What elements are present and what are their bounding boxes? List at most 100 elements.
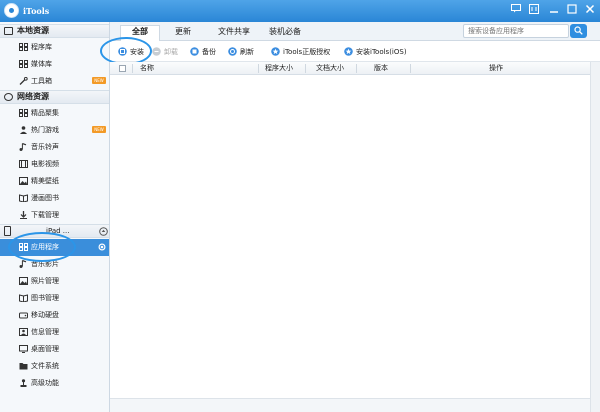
new-badge: NEW <box>92 126 106 133</box>
column-doc-size[interactable]: 文档大小 <box>316 64 344 73</box>
sidebar-item-desktop[interactable]: 桌面管理 <box>0 341 109 358</box>
sidebar-item-label: 下载管理 <box>31 211 59 219</box>
person-icon <box>20 126 27 134</box>
eject-icon[interactable] <box>99 227 108 236</box>
sidebar-item-comics[interactable]: 漫画图书 <box>0 190 109 207</box>
tab-essentials[interactable]: 装机必备 <box>262 26 308 41</box>
wrench-icon <box>19 77 28 85</box>
grid-icon <box>19 43 28 51</box>
column-divider <box>305 64 306 73</box>
column-version[interactable]: 版本 <box>374 64 388 73</box>
sidebar-item-file-system[interactable]: 文件系统 <box>0 358 109 375</box>
sidebar-item-label: 照片管理 <box>31 277 59 285</box>
download-icon <box>20 211 27 219</box>
globe-icon <box>4 93 13 101</box>
tab-update[interactable]: 更新 <box>166 26 200 41</box>
search-input[interactable] <box>463 24 569 38</box>
status-bar <box>110 398 590 412</box>
film-icon <box>19 160 28 168</box>
new-badge: NEW <box>92 77 106 84</box>
message-icon[interactable] <box>510 4 522 16</box>
image-icon <box>19 177 28 185</box>
sidebar-item-downloads[interactable]: 下载管理 <box>0 207 109 224</box>
sidebar-section-network: 网络资源 <box>0 90 109 104</box>
column-name[interactable]: 名称 <box>140 64 154 73</box>
column-actions[interactable]: 操作 <box>489 64 503 73</box>
contact-icon <box>19 328 28 336</box>
minimize-icon[interactable] <box>548 4 560 16</box>
section-title: 网络资源 <box>17 92 49 101</box>
column-app-size[interactable]: 程序大小 <box>265 64 293 73</box>
sidebar-item-mobile-drive[interactable]: 移动硬盘 <box>0 307 109 324</box>
tab-file-share[interactable]: 文件共享 <box>210 26 258 41</box>
sidebar-item-label: 漫画图书 <box>31 194 59 202</box>
sidebar-item-videos[interactable]: 电影视频 <box>0 156 109 173</box>
sidebar-item-wallpapers[interactable]: 精美壁纸 <box>0 173 109 190</box>
maximize-icon[interactable] <box>566 4 578 16</box>
uninstall-label: 卸载 <box>164 48 178 56</box>
column-divider <box>410 64 411 73</box>
drive-icon <box>19 312 28 319</box>
table-header: 名称 程序大小 文档大小 版本 操作 <box>110 62 600 75</box>
sidebar-item-label: 程序库 <box>31 43 52 51</box>
refresh-icon[interactable] <box>98 243 106 251</box>
monitor-icon <box>4 27 13 35</box>
grid-icon <box>19 60 28 68</box>
sidebar-item-label: 电影视频 <box>31 160 59 168</box>
scrollbar[interactable] <box>590 62 600 412</box>
sidebar-item-label: 移动硬盘 <box>31 311 59 319</box>
sidebar-item-label: 文件系统 <box>31 362 59 370</box>
search-icon <box>574 26 583 35</box>
sidebar-item-media-library[interactable]: 媒体库 <box>0 56 109 73</box>
sidebar-item-label: 图书管理 <box>31 294 59 302</box>
desktop-icon <box>19 345 28 353</box>
itools-logo-icon <box>4 3 19 18</box>
sidebar-item-label: 高级功能 <box>31 379 59 387</box>
sidebar-item-label: 音乐铃声 <box>31 143 59 151</box>
uninstall-button[interactable]: 卸载 <box>152 46 178 58</box>
title-bar: iTools <box>0 0 600 22</box>
itools-auth-button[interactable]: iTools正版授权 <box>271 46 330 58</box>
close-icon[interactable] <box>584 4 596 16</box>
ipad-icon <box>4 226 11 236</box>
folder-icon <box>19 363 28 370</box>
sidebar-item-label: 精美壁纸 <box>31 177 59 185</box>
sidebar-item-label: 工具箱 <box>31 77 52 85</box>
install-itools-button[interactable]: 安装iTools(iOS) <box>344 46 407 58</box>
sidebar-item-label: 媒体库 <box>31 60 52 68</box>
refresh-button[interactable]: 刷新 <box>228 46 254 58</box>
sidebar-item-messages[interactable]: 信息管理 <box>0 324 109 341</box>
column-divider <box>258 64 259 73</box>
sidebar-item-label: 信息管理 <box>31 328 59 336</box>
sidebar-item-featured[interactable]: 精品聚集 <box>0 105 109 122</box>
sidebar: 本地资源 程序库 媒体库 工具箱 NEW 网络资源 精品聚集 热门游戏 NEW … <box>0 22 110 412</box>
backup-button[interactable]: 备份 <box>190 46 216 58</box>
sidebar-item-toolbox[interactable]: 工具箱 NEW <box>0 73 109 90</box>
highlight-annotation <box>8 232 76 262</box>
star-icon <box>271 47 280 56</box>
toolbar: 安装 卸载 备份 刷新 iTools正版授权 安装iTools(iOS) <box>100 37 600 65</box>
grid-icon <box>19 109 28 117</box>
highlight-annotation <box>100 37 152 65</box>
column-divider <box>132 64 133 73</box>
star-icon <box>344 47 353 56</box>
music-icon <box>19 260 27 268</box>
sidebar-item-label: 桌面管理 <box>31 345 59 353</box>
backup-label: 备份 <box>202 48 216 56</box>
sidebar-item-advanced[interactable]: 高级功能 <box>0 375 109 392</box>
refresh-icon <box>228 47 237 56</box>
select-all-checkbox[interactable] <box>119 65 126 72</box>
itools-auth-label: iTools正版授权 <box>283 48 331 56</box>
book-icon <box>19 294 28 302</box>
sidebar-item-books[interactable]: 图书管理 <box>0 290 109 307</box>
refresh-label: 刷新 <box>240 48 254 56</box>
settings-icon[interactable] <box>528 4 540 16</box>
sidebar-item-ringtones[interactable]: 音乐铃声 <box>0 139 109 156</box>
sidebar-item-photos[interactable]: 照片管理 <box>0 273 109 290</box>
sidebar-item-label: 热门游戏 <box>31 126 59 134</box>
sidebar-section-local: 本地资源 <box>0 24 109 38</box>
sidebar-item-hot-games[interactable]: 热门游戏 NEW <box>0 122 109 139</box>
column-divider <box>356 64 357 73</box>
search-button[interactable] <box>570 24 587 38</box>
sidebar-item-app-library[interactable]: 程序库 <box>0 39 109 56</box>
